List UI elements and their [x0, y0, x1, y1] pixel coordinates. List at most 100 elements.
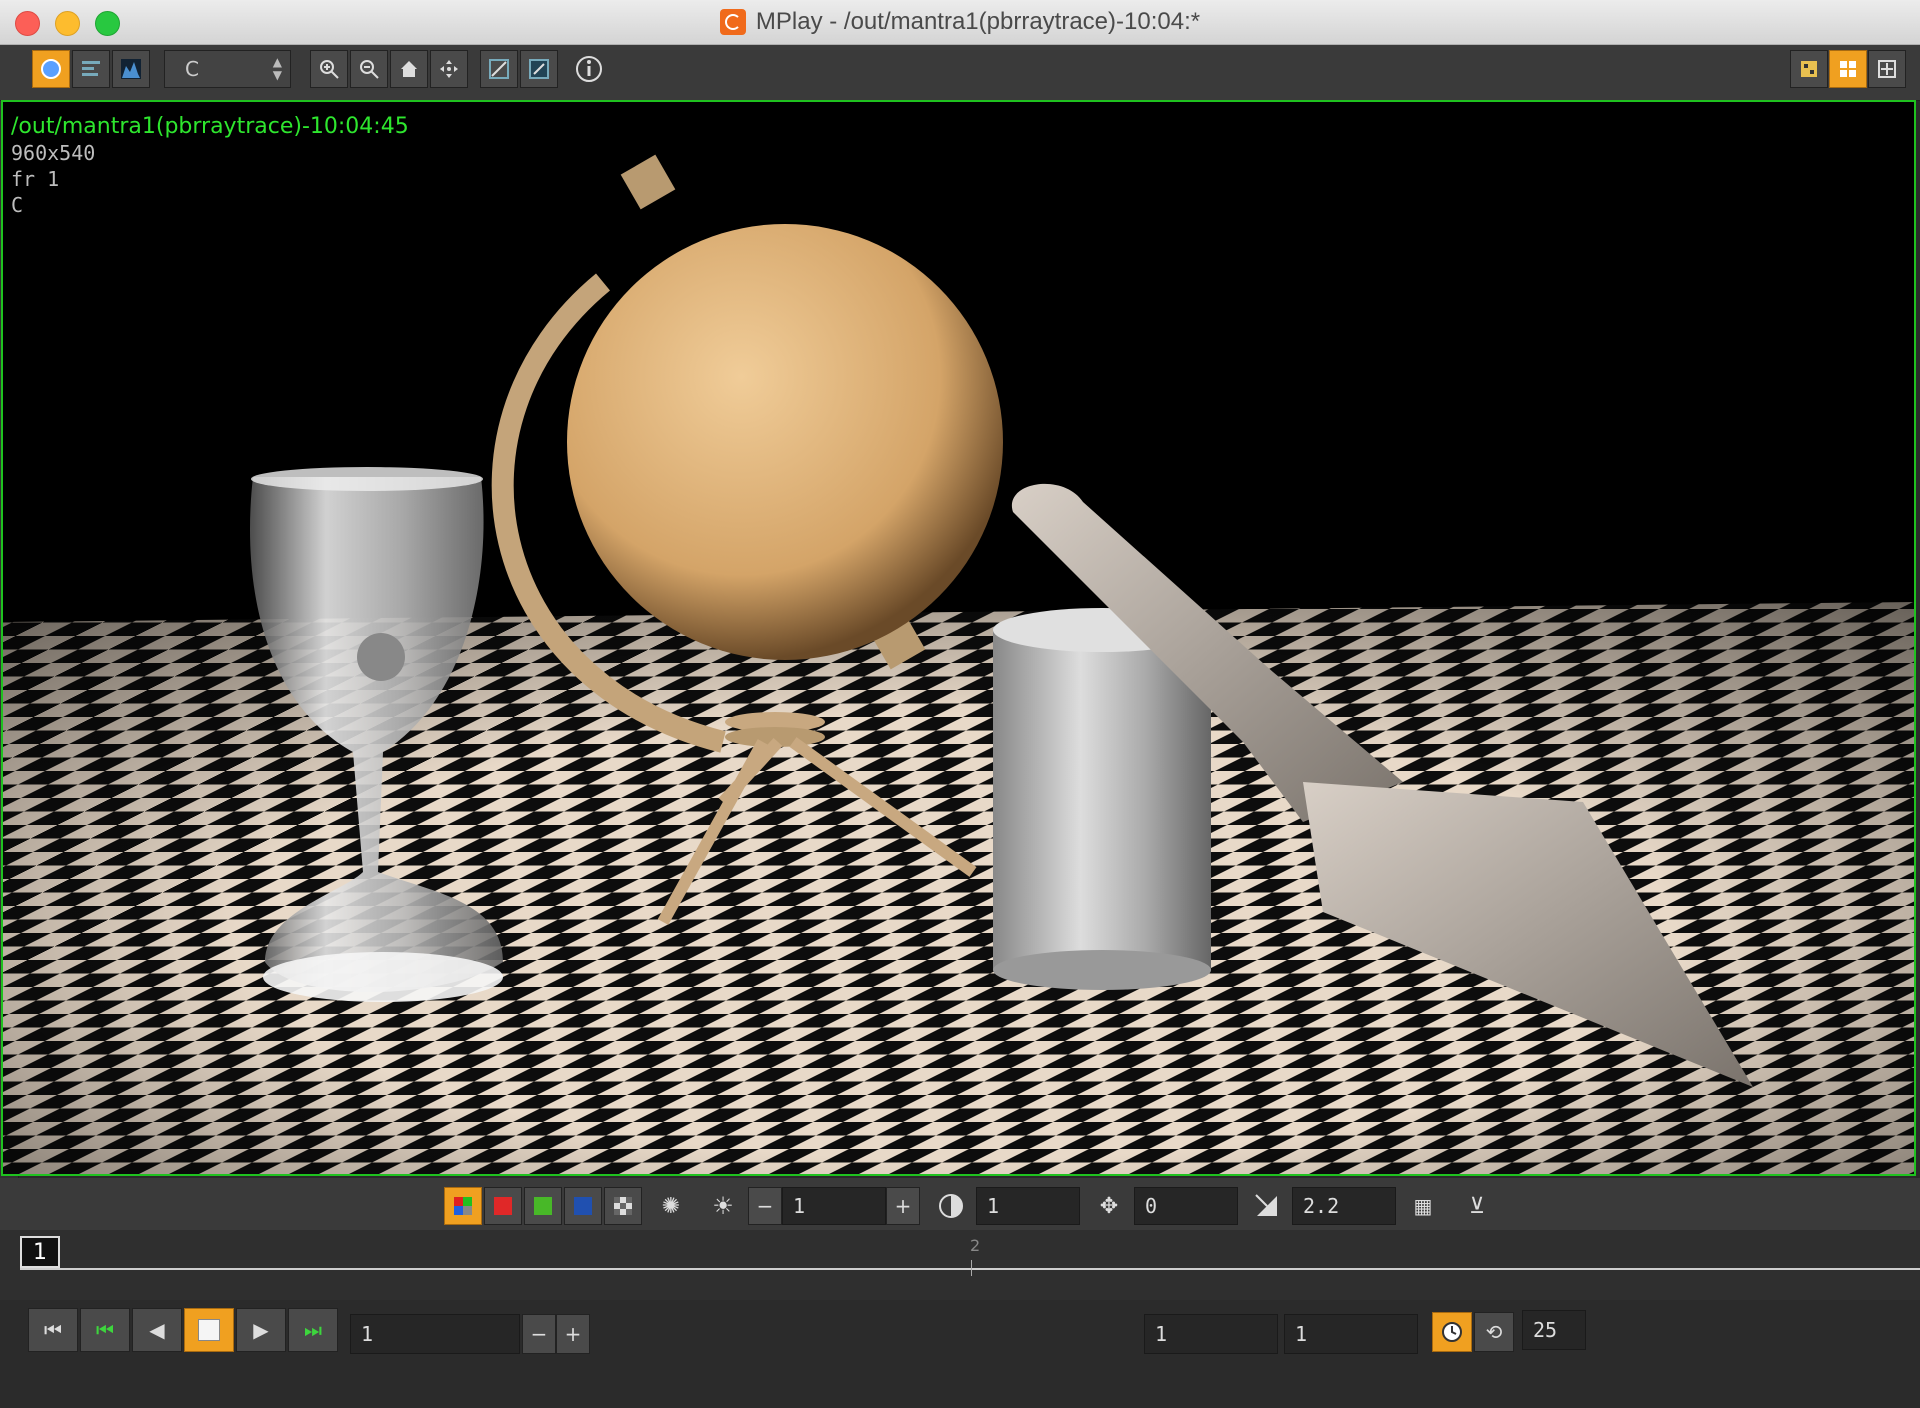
jump-start-icon: ⏮	[44, 1318, 62, 1342]
jump-end-icon: ⏭	[304, 1318, 322, 1342]
current-frame-marker[interactable]: 1	[20, 1236, 60, 1268]
loop-mode-button[interactable]: ⟲	[1474, 1312, 1514, 1352]
loop-icon: ⟲	[1485, 1320, 1503, 1344]
lut-options-button[interactable]: ▦	[1404, 1187, 1442, 1225]
blue-channel-icon	[574, 1197, 592, 1215]
levels-icon: ⊻	[1468, 1193, 1486, 1219]
timeline-bar[interactable]: 1 2	[0, 1230, 1920, 1300]
exposure-icon-button	[932, 1187, 970, 1225]
realtime-toggle-button[interactable]	[1432, 1312, 1472, 1352]
title-bar: MPlay - /out/mantra1(pbrraytrace)-10:04:…	[0, 0, 1920, 45]
paint-can	[993, 630, 1211, 970]
alpha-checker-icon	[614, 1197, 632, 1215]
lut-table-icon: ▦	[1413, 1194, 1433, 1218]
info-button[interactable]	[570, 50, 608, 88]
info-icon	[576, 56, 602, 82]
alpha-channel-button[interactable]	[604, 1187, 642, 1225]
playback-bar: ⏮ ⏮ ◀ ▶ ⏭ 1 − + 1 1 ⟲ 25	[0, 1300, 1920, 1408]
stop-button[interactable]	[184, 1308, 234, 1352]
view-image-button[interactable]	[32, 50, 70, 88]
correction-options-button[interactable]: ✺	[652, 1187, 690, 1225]
plane-label: C	[11, 193, 24, 217]
layout-single-button[interactable]	[1790, 50, 1828, 88]
zoom-in-button[interactable]	[310, 50, 348, 88]
jump-end-button[interactable]: ⏭	[288, 1308, 338, 1352]
layout-single-icon	[1801, 61, 1817, 77]
frame-decrement-button[interactable]: −	[522, 1314, 556, 1354]
play-reverse-button[interactable]: ◀	[132, 1308, 182, 1352]
timeline-tick-mark	[971, 1260, 972, 1276]
snapshot-button[interactable]	[480, 50, 518, 88]
brightness-icon: ☀	[712, 1192, 734, 1220]
home-icon	[401, 61, 417, 77]
clock-icon	[1442, 1322, 1462, 1342]
zoom-out-icon	[360, 60, 379, 79]
timeline-tick-label: 2	[970, 1236, 981, 1255]
brightness-decrement-button[interactable]: −	[748, 1187, 782, 1225]
adjust-levels-button[interactable]: ⊻	[1458, 1187, 1496, 1225]
gamma-icon-button	[1248, 1187, 1286, 1225]
layout-quad-button[interactable]	[1829, 50, 1867, 88]
blue-channel-button[interactable]	[564, 1187, 602, 1225]
step-back-keyframe-button[interactable]: ⏮	[80, 1308, 130, 1352]
play-reverse-icon: ◀	[149, 1318, 165, 1342]
play-forward-icon: ▶	[253, 1318, 269, 1342]
jump-start-button[interactable]: ⏮	[28, 1308, 78, 1352]
gamma-field[interactable]: 2.2	[1292, 1187, 1396, 1225]
image-info-overlay: /out/mantra1(pbrraytrace)-10:04:45 960x5…	[11, 114, 409, 218]
brightness-icon-button: ☀	[704, 1187, 742, 1225]
channel-select[interactable]: C ▲ ▼	[164, 50, 291, 88]
contrast-icon	[939, 1194, 963, 1218]
frame-increment-button[interactable]: +	[556, 1314, 590, 1354]
blackpoint-icon-button: ✥	[1090, 1187, 1128, 1225]
color-correction-bar: ✺ ☀ − 1 + 1 ✥ 0 2.2 ▦ ⊻	[0, 1178, 1920, 1230]
houdini-app-icon	[719, 9, 746, 35]
green-channel-button[interactable]	[524, 1187, 562, 1225]
globe-sphere	[567, 224, 1003, 660]
histogram-button[interactable]	[112, 50, 150, 88]
frame-fit-button[interactable]	[430, 50, 468, 88]
zoom-out-button[interactable]	[350, 50, 388, 88]
play-forward-button[interactable]: ▶	[236, 1308, 286, 1352]
blackpoint-icon: ✥	[1099, 1193, 1119, 1219]
green-channel-icon	[534, 1197, 552, 1215]
rendered-image	[3, 154, 1914, 1174]
rgb-channel-button[interactable]	[444, 1187, 482, 1225]
step-back-icon: ⏮	[96, 1318, 114, 1342]
view-composite-icon	[82, 61, 100, 76]
frame-fit-icon	[440, 60, 458, 78]
frame-input[interactable]: 1	[350, 1314, 520, 1354]
frame-label: fr 1	[11, 167, 60, 191]
main-toolbar: C ▲ ▼	[0, 45, 1920, 101]
resolution-label: 960x540	[11, 141, 96, 165]
gamma-curve-icon	[1255, 1194, 1277, 1216]
view-composite-button[interactable]	[72, 50, 110, 88]
sparkle-dropdown-icon: ✺	[661, 1193, 681, 1219]
channel-select-value: C	[185, 57, 199, 81]
view-image-icon	[41, 59, 61, 79]
zoom-in-icon	[320, 60, 339, 79]
select-arrows-icon: ▲ ▼	[272, 55, 282, 82]
black-point-field[interactable]: 0	[1134, 1187, 1238, 1225]
stop-icon	[198, 1319, 220, 1341]
image-viewport[interactable]: /out/mantra1(pbrraytrace)-10:04:45 960x5…	[1, 100, 1916, 1176]
snapshot-icon	[489, 59, 509, 79]
home-view-button[interactable]	[390, 50, 428, 88]
compare-button[interactable]	[520, 50, 558, 88]
window-title: MPlay - /out/mantra1(pbrraytrace)-10:04:…	[755, 8, 1201, 35]
brightness-field[interactable]: 1	[782, 1187, 886, 1225]
compare-icon	[529, 59, 549, 79]
render-path-label: /out/mantra1(pbrraytrace)-10:04:45	[11, 114, 409, 139]
red-channel-button[interactable]	[484, 1187, 522, 1225]
layout-full-icon	[1878, 60, 1896, 78]
start-frame-field[interactable]: 1	[1144, 1314, 1278, 1354]
end-frame-field[interactable]: 1	[1284, 1314, 1418, 1354]
red-channel-icon	[494, 1197, 512, 1215]
brightness-increment-button[interactable]: +	[886, 1187, 920, 1225]
fps-field[interactable]: 25	[1522, 1310, 1586, 1350]
layout-quad-icon	[1840, 61, 1856, 77]
exposure-field[interactable]: 1	[976, 1187, 1080, 1225]
timeline-track[interactable]	[20, 1268, 1920, 1270]
rgb-channels-icon	[454, 1197, 472, 1215]
layout-full-button[interactable]	[1868, 50, 1906, 88]
